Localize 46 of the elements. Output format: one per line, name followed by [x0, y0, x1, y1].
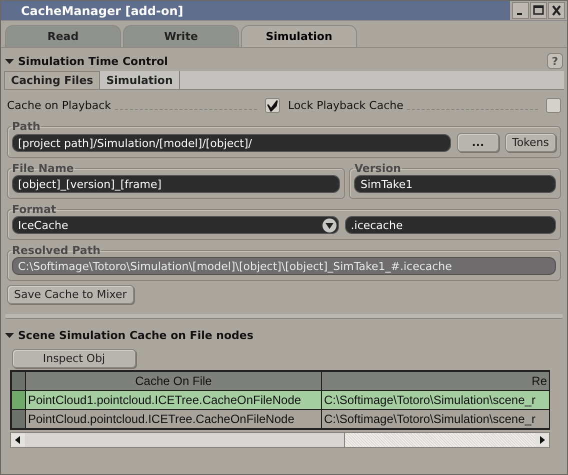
- help-button[interactable]: ?: [547, 53, 563, 69]
- row-header[interactable]: [12, 390, 26, 410]
- row-header[interactable]: [12, 410, 26, 428]
- window-title: CacheManager [add-on]: [21, 4, 184, 18]
- save-button[interactable]: Save Cache to Mixer: [7, 285, 134, 304]
- extension-field[interactable]: .icecache: [344, 216, 556, 234]
- scrollbar-thumb[interactable]: [25, 433, 345, 447]
- collapse-triangle-icon[interactable]: [5, 56, 14, 66]
- resolved-path-field: C:\Softimage\Totoro\Simulation\[model]\[object]\[object]_SimTake1_#.icecache: [12, 257, 556, 275]
- group-label: Version: [354, 162, 401, 175]
- tab[interactable]: Read: [5, 25, 121, 47]
- file-name-field[interactable]: [object]_[version]_[frame]: [12, 175, 340, 193]
- group-label: Resolved Path: [12, 244, 100, 257]
- checkbox-label: Lock Playback Cache: [288, 98, 404, 112]
- section-title: Simulation Time Control: [18, 54, 169, 68]
- table-cell[interactable]: C:\Softimage\Totoro\Simulation\scene_r: [322, 390, 549, 410]
- close-icon[interactable]: [548, 2, 565, 19]
- dropdown-value: IceCache: [18, 218, 68, 232]
- group-label: Path: [12, 120, 40, 133]
- section-title: Scene Simulation Cache on File nodes: [18, 328, 254, 342]
- column-header: Cache On File: [26, 372, 322, 390]
- tokens-button[interactable]: Tokens: [504, 133, 556, 152]
- checkbox[interactable]: [546, 98, 561, 112]
- maximize-icon[interactable]: [530, 2, 547, 19]
- checkbox[interactable]: [265, 98, 280, 112]
- version-field[interactable]: SimTake1: [354, 175, 556, 193]
- format-dropdown[interactable]: IceCache: [12, 216, 339, 234]
- column-header: Re: [322, 372, 549, 390]
- scroll-left-icon[interactable]: [11, 433, 25, 447]
- horizontal-scrollbar[interactable]: [10, 432, 550, 448]
- group-label: Format: [12, 203, 56, 216]
- inspect-button[interactable]: Inspect Obj: [12, 349, 136, 368]
- tab[interactable]: Write: [123, 25, 239, 47]
- scroll-right-icon[interactable]: [535, 433, 549, 447]
- table-cell[interactable]: PointCloud.pointcloud.ICETree.CacheOnFileNode: [26, 410, 322, 428]
- tab[interactable]: Simulation: [241, 25, 357, 47]
- sub-tab[interactable]: Simulation: [100, 71, 180, 89]
- sub-tab[interactable]: Caching Files: [4, 71, 100, 89]
- collapse-triangle-icon[interactable]: [5, 330, 14, 340]
- minimize-icon[interactable]: [512, 2, 529, 19]
- checkbox-label: Cache on Playback: [7, 98, 111, 112]
- table-cell[interactable]: PointCloud1.pointcloud.ICETree.CacheOnFileNode: [26, 390, 322, 410]
- browse-button[interactable]: ...: [456, 133, 499, 152]
- path-field[interactable]: [project path]/Simulation/[model]/[object]/: [12, 134, 451, 152]
- group-label: File Name: [12, 162, 74, 175]
- table-cell[interactable]: C:\Softimage\Totoro\Simulation\scene_r: [322, 410, 549, 428]
